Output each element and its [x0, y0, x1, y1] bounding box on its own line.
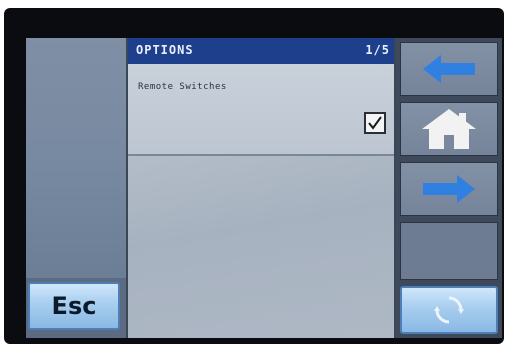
arrow-left-icon [419, 52, 479, 86]
back-button[interactable] [400, 42, 498, 96]
option-row-remote-switches[interactable]: Remote Switches [128, 64, 394, 156]
remote-switches-checkbox[interactable] [364, 112, 386, 134]
checkmark-icon [367, 115, 383, 131]
options-panel: OPTIONS 1/5 Remote Switches [128, 38, 394, 338]
touch-screen: Esc OPTIONS 1/5 Remote Switches [26, 38, 502, 338]
page-indicator: 1/5 [365, 43, 390, 57]
forward-button[interactable] [400, 162, 498, 216]
home-icon [418, 107, 480, 151]
left-panel [26, 38, 126, 278]
empty-nav-slot [400, 222, 498, 280]
option-label: Remote Switches [138, 82, 227, 92]
esc-button[interactable]: Esc [28, 282, 120, 330]
page-title: OPTIONS [136, 43, 194, 57]
home-button[interactable] [400, 102, 498, 156]
refresh-button[interactable] [400, 286, 498, 334]
title-bar: OPTIONS 1/5 [128, 38, 394, 64]
right-nav-panel [396, 38, 502, 338]
device-bezel: Esc OPTIONS 1/5 Remote Switches [4, 8, 504, 344]
arrow-right-icon [419, 172, 479, 206]
refresh-icon [432, 295, 466, 325]
empty-option-area [128, 156, 394, 338]
